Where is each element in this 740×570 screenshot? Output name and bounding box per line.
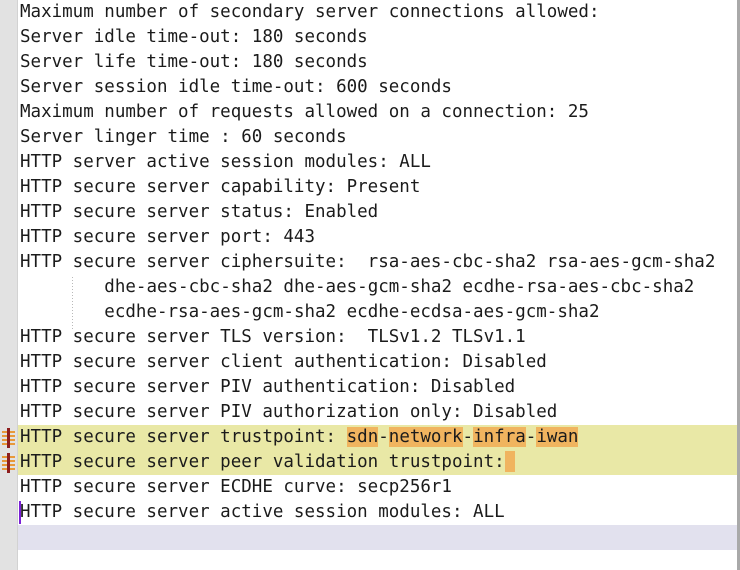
editor-line[interactable]: HTTP secure server PIV authentication: D… (18, 375, 737, 400)
editor-line[interactable]: HTTP secure server trustpoint: sdn-netwo… (18, 425, 737, 450)
text-editor-view[interactable]: Maximum number of secondary server conne… (0, 0, 740, 570)
line-text: dhe-aes-cbc-sha2 dhe-aes-gcm-sha2 ecdhe-… (104, 277, 695, 297)
editor-line[interactable]: HTTP server active session modules: ALL (18, 150, 737, 175)
editor-line[interactable]: Server idle time-out: 180 seconds (18, 25, 737, 50)
line-text: ecdhe-rsa-aes-gcm-sha2 ecdhe-ecdsa-aes-g… (104, 302, 600, 322)
line-text: HTTP secure server active session module… (20, 502, 505, 522)
editor-line[interactable] (18, 550, 737, 570)
search-match-token: network (388, 427, 463, 447)
editor-line[interactable] (18, 525, 737, 550)
line-text: HTTP server active session modules: ALL (20, 152, 431, 172)
editor-line[interactable]: HTTP secure server ECDHE curve: secp256r… (18, 475, 737, 500)
editor-line[interactable]: HTTP secure server peer validation trust… (18, 450, 737, 475)
editor-line[interactable]: HTTP secure server PIV authorization onl… (18, 400, 737, 425)
editor-line[interactable]: HTTP secure server TLS version: TLSv1.2 … (18, 325, 737, 350)
line-text: - (462, 427, 474, 447)
search-match-token: sdn (346, 427, 379, 447)
editor-line[interactable]: dhe-aes-cbc-sha2 dhe-aes-gcm-sha2 ecdhe-… (18, 275, 737, 300)
line-text: Server linger time : 60 seconds (20, 127, 347, 147)
editor-line[interactable]: HTTP secure server status: Enabled (18, 200, 737, 225)
gutter-change-marker[interactable] (1, 425, 17, 450)
line-text: HTTP secure server PIV authentication: D… (20, 377, 516, 397)
editor-line[interactable]: Maximum number of requests allowed on a … (18, 100, 737, 125)
text-caret (19, 501, 21, 524)
line-text: - (378, 427, 389, 447)
change-marker-icon (1, 453, 17, 473)
line-text: HTTP secure server ciphersuite: rsa-aes-… (20, 252, 716, 272)
line-text: HTTP secure server ECDHE curve: secp256r… (20, 477, 452, 497)
editor-line[interactable]: HTTP secure server client authentication… (18, 350, 737, 375)
editor-line[interactable]: HTTP secure server ciphersuite: rsa-aes-… (18, 250, 737, 275)
editor-line[interactable]: Server linger time : 60 seconds (18, 125, 737, 150)
line-text: HTTP secure server peer validation trust… (20, 452, 505, 472)
line-text: HTTP secure server client authentication… (20, 352, 547, 372)
line-text: HTTP secure server trustpoint: (20, 427, 347, 447)
line-text: HTTP secure server port: 443 (20, 227, 316, 247)
search-match-token: iwan (536, 427, 579, 447)
line-text: Maximum number of secondary server conne… (20, 2, 600, 22)
line-text: Maximum number of requests allowed on a … (20, 102, 589, 122)
editor-gutter[interactable] (0, 0, 18, 570)
editor-line[interactable]: ecdhe-rsa-aes-gcm-sha2 ecdhe-ecdsa-aes-g… (18, 300, 737, 325)
editor-line[interactable]: HTTP secure server capability: Present (18, 175, 737, 200)
search-match-token: infra (473, 427, 526, 447)
line-text: HTTP secure server PIV authorization onl… (20, 402, 558, 422)
editor-line[interactable]: HTTP secure server port: 443 (18, 225, 737, 250)
line-text: HTTP secure server capability: Present (20, 177, 421, 197)
gutter-change-marker[interactable] (1, 450, 17, 475)
editor-line[interactable]: HTTP secure server active session module… (18, 500, 737, 525)
line-text: HTTP secure server TLS version: TLSv1.2 … (20, 327, 526, 347)
editor-line[interactable]: Server life time-out: 180 seconds (18, 50, 737, 75)
line-text: Server session idle time-out: 600 second… (20, 77, 452, 97)
line-text: Server life time-out: 180 seconds (20, 52, 368, 72)
editor-line[interactable]: Maximum number of secondary server conne… (18, 0, 737, 25)
line-text: - (525, 427, 537, 447)
editor-text-surface[interactable]: Maximum number of secondary server conne… (18, 0, 737, 570)
editor-line[interactable]: Server session idle time-out: 600 second… (18, 75, 737, 100)
line-text: Server idle time-out: 180 seconds (20, 27, 368, 47)
search-match-token (504, 451, 515, 472)
change-marker-icon (1, 428, 17, 448)
line-text: HTTP secure server status: Enabled (20, 202, 379, 222)
